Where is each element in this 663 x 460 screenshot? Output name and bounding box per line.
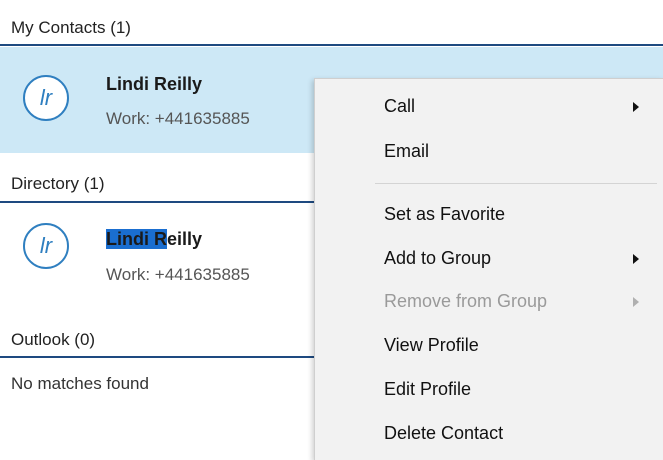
contact-name: Lindi Reilly: [106, 74, 203, 94]
avatar: lr: [23, 75, 69, 121]
menu-separator: [375, 183, 657, 184]
submenu-arrow-icon: [633, 102, 639, 112]
my-contacts-divider: [0, 44, 663, 46]
context-menu: Call Email Set as Favorite Add to Group …: [314, 78, 663, 460]
menu-item-delete-contact[interactable]: Delete Contact: [384, 423, 503, 444]
avatar: lr: [23, 223, 69, 269]
contact-name: Lindi Reilly: [106, 229, 202, 250]
my-contacts-header: My Contacts (1): [11, 18, 131, 37]
contact-phone: Work: +441635885: [106, 265, 250, 284]
contacts-panel: My Contacts (1) lr Lindi Reilly Work: +4…: [0, 0, 663, 460]
menu-item-call[interactable]: Call: [384, 96, 415, 117]
contact-phone: Work: +441635885: [106, 109, 250, 128]
menu-item-edit-profile[interactable]: Edit Profile: [384, 379, 471, 400]
submenu-arrow-icon: [633, 297, 639, 307]
submenu-arrow-icon: [633, 254, 639, 264]
menu-item-remove-from-group: Remove from Group: [384, 291, 548, 311]
no-matches-text: No matches found: [11, 374, 149, 393]
menu-item-view-profile[interactable]: View Profile: [384, 335, 479, 356]
contact-name-rest: eilly: [167, 229, 203, 249]
menu-item-add-to-group[interactable]: Add to Group: [384, 248, 491, 269]
menu-item-email[interactable]: Email: [384, 141, 429, 162]
menu-item-set-favorite[interactable]: Set as Favorite: [384, 204, 505, 225]
search-match-highlight: Lindi R: [106, 229, 167, 249]
